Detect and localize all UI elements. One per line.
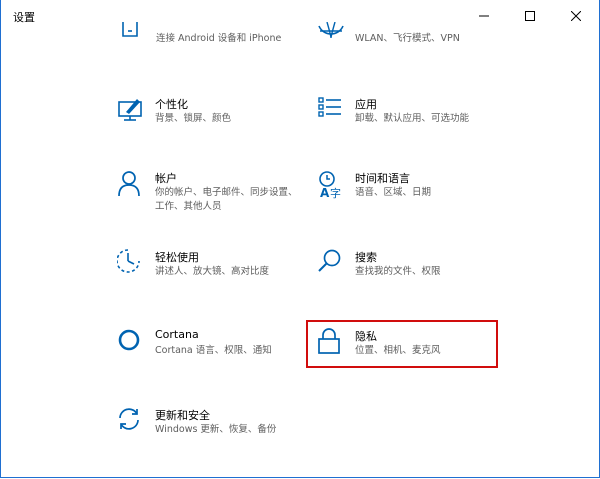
settings-item-network[interactable]: WLAN、飞行模式、VPN [317, 22, 507, 82]
personalization-title: 个性化 [155, 98, 188, 111]
cortana-title: Cortana [155, 328, 199, 341]
ease-of-access-icon [117, 249, 140, 273]
window-title: 设置 [13, 11, 35, 24]
close-button[interactable] [553, 0, 599, 32]
settings-item-apps[interactable]: 应用 卸载、默认应用、可选功能 [317, 96, 507, 156]
close-icon [571, 11, 581, 21]
network-desc: WLAN、飞行模式、VPN [355, 33, 460, 44]
globe-icon [318, 22, 344, 39]
paint-icon [118, 99, 142, 121]
accounts-title: 帐户 [155, 172, 177, 185]
personalization-desc: 背景、锁屏、颜色 [155, 113, 232, 124]
minimize-icon [479, 15, 489, 17]
phone-icon [122, 22, 138, 37]
settings-item-time-language[interactable]: A 字 时间和语言 语音、区域、日期 [317, 170, 507, 230]
settings-item-update-security[interactable]: 更新和安全 Windows 更新、恢复、备份 [117, 407, 307, 467]
maximize-button[interactable] [507, 0, 553, 32]
settings-item-ease-of-access[interactable]: 轻松使用 讲述人、放大镜、高对比度 [117, 249, 307, 309]
settings-item-phone[interactable]: 连接 Android 设备和 iPhone [118, 22, 308, 82]
svg-text:字: 字 [330, 186, 341, 200]
settings-window: 设置 连接 Android 设备和 iPhone WLAN、飞行模式、VPN 个… [0, 0, 600, 478]
cortana-desc: Cortana 语言、权限、通知 [155, 345, 272, 356]
person-icon [118, 171, 140, 197]
search-desc: 查找我的文件、权限 [355, 266, 441, 277]
phone-desc: 连接 Android 设备和 iPhone [156, 33, 282, 44]
ease-of-access-title: 轻松使用 [155, 251, 199, 264]
ease-of-access-desc: 讲述人、放大镜、高对比度 [155, 266, 270, 277]
update-icon [119, 408, 139, 430]
settings-item-cortana[interactable]: Cortana Cortana 语言、权限、通知 [117, 328, 307, 388]
maximize-icon [525, 11, 535, 21]
update-security-desc: Windows 更新、恢复、备份 [155, 424, 277, 435]
privacy-highlight-box [306, 320, 498, 368]
svg-text:A: A [320, 186, 330, 200]
settings-item-personalization[interactable]: 个性化 背景、锁屏、颜色 [117, 96, 307, 156]
search-title: 搜索 [355, 251, 377, 264]
settings-item-accounts[interactable]: 帐户 你的帐户、电子邮件、同步设置、工作、其他人员 [117, 170, 307, 230]
apps-desc: 卸载、默认应用、可选功能 [355, 113, 470, 124]
search-icon [318, 249, 341, 272]
time-language-desc: 语音、区域、日期 [355, 187, 432, 198]
time-language-icon: A 字 [319, 171, 341, 200]
apps-list-icon [318, 97, 341, 117]
accounts-desc: 你的帐户、电子邮件、同步设置、工作、其他人员 [155, 187, 298, 212]
update-security-title: 更新和安全 [155, 409, 210, 422]
cortana-icon [118, 329, 140, 351]
time-language-title: 时间和语言 [355, 172, 410, 185]
settings-item-search[interactable]: 搜索 查找我的文件、权限 [317, 249, 507, 309]
apps-title: 应用 [355, 98, 377, 111]
